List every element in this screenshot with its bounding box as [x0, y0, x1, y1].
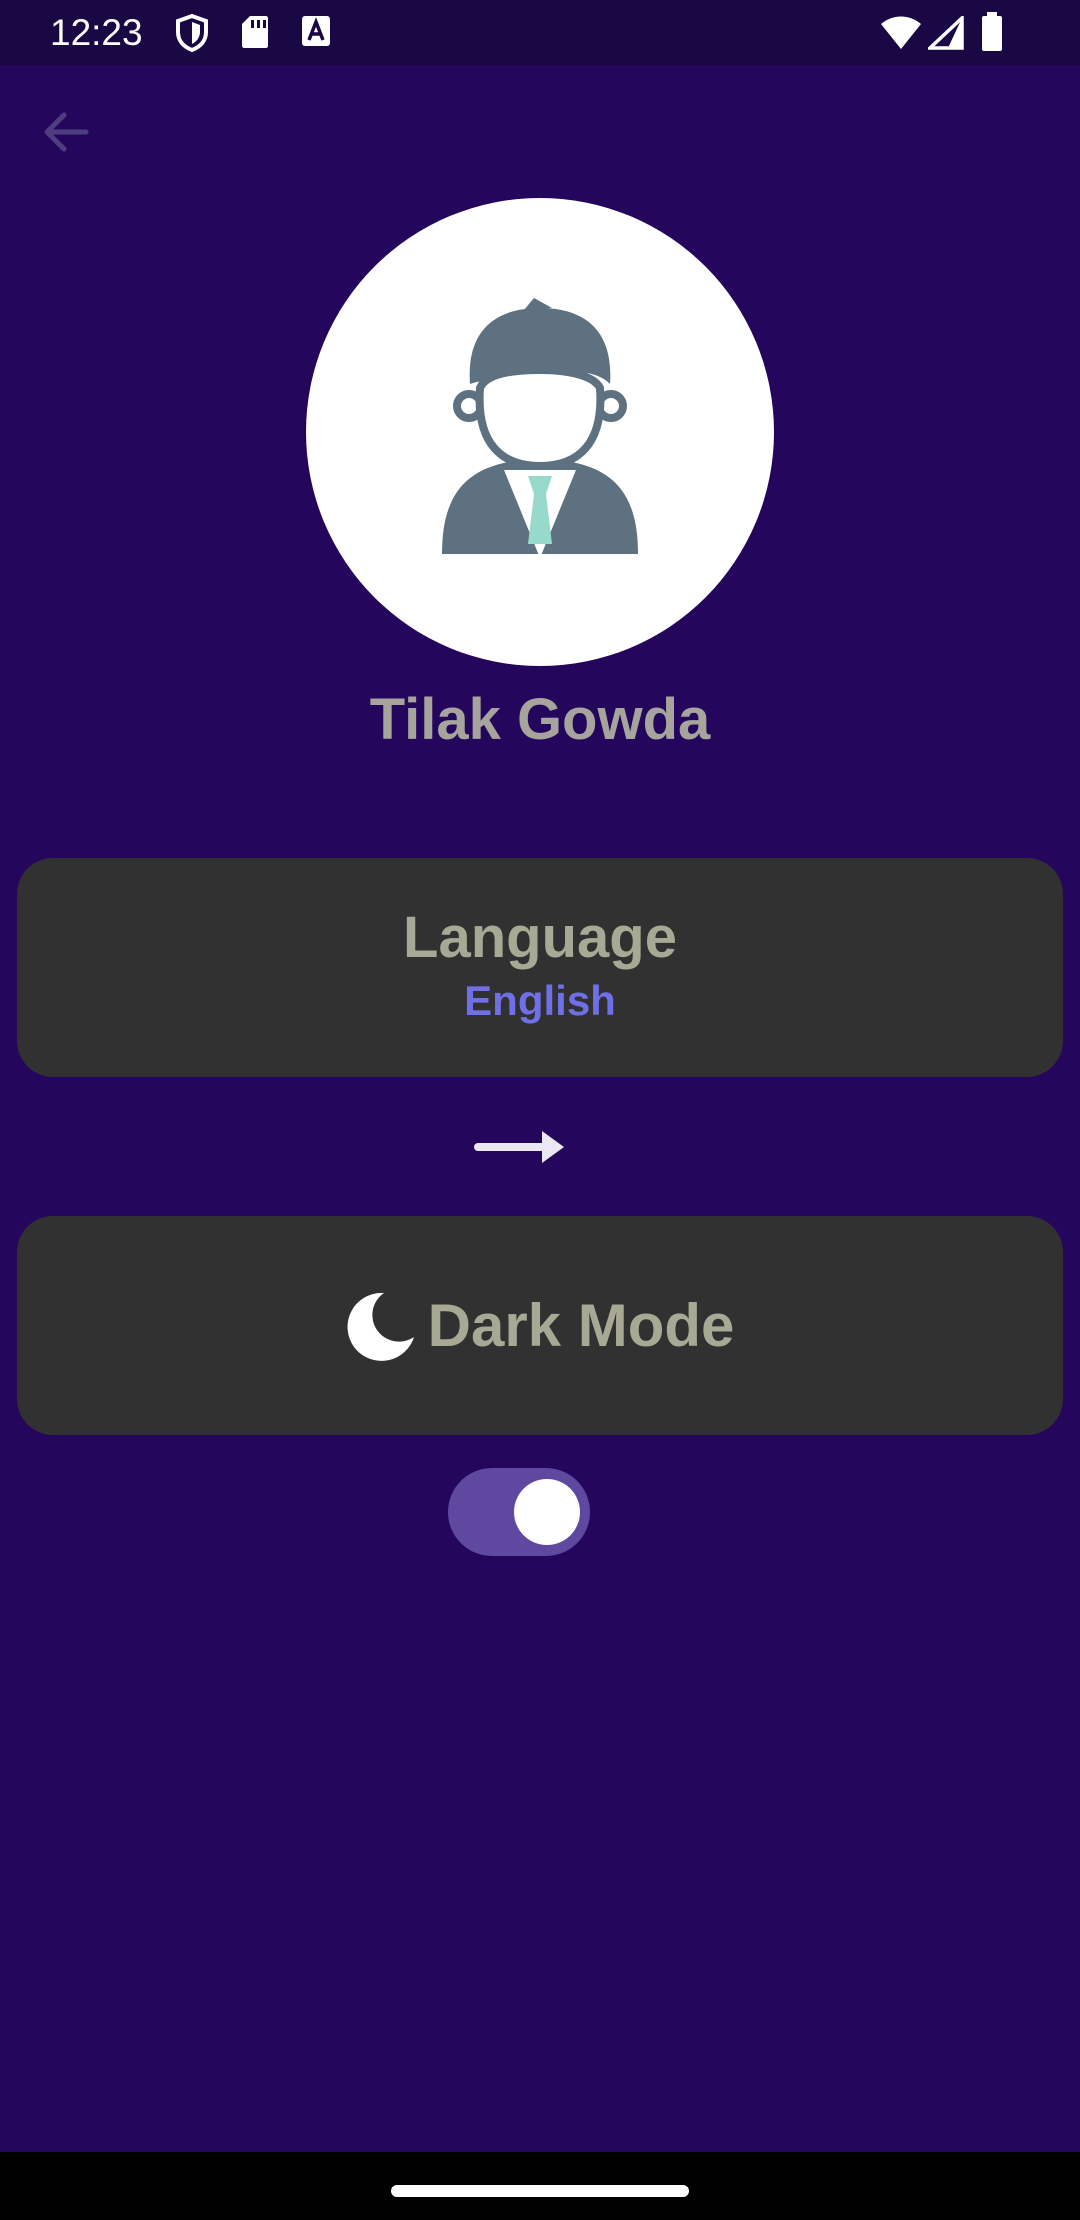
font-a-icon: [302, 16, 330, 46]
profile-name: Tilak Gowda: [369, 687, 711, 752]
dark-mode-label: Dark Mode: [427, 1292, 735, 1359]
cell-signal-icon: [928, 16, 964, 50]
shield-icon: [176, 14, 208, 52]
battery-icon: [982, 12, 1002, 51]
status-time: 12:23: [50, 12, 143, 53]
home-indicator[interactable]: [391, 2185, 689, 2197]
navigation-bar: [0, 2152, 1080, 2220]
avatar: [306, 198, 774, 666]
dark-mode-card[interactable]: Dark Mode: [17, 1216, 1063, 1435]
user-avatar-icon: [442, 298, 638, 558]
wifi-icon: [881, 16, 921, 49]
status-bar: 12:23: [0, 0, 1080, 65]
back-button[interactable]: [34, 100, 98, 164]
dark-mode-toggle[interactable]: [448, 1468, 590, 1556]
language-title: Language: [403, 905, 677, 970]
moon-icon: [347, 1292, 414, 1361]
arrow-right-icon[interactable]: [472, 1123, 568, 1171]
sd-card-icon: [242, 16, 268, 48]
arrow-back-icon: [44, 112, 89, 152]
dark-mode-row: Dark Mode: [17, 1216, 1063, 1435]
toggle-knob: [514, 1479, 580, 1545]
language-value: English: [464, 977, 616, 1024]
language-card[interactable]: Language English: [17, 858, 1063, 1077]
